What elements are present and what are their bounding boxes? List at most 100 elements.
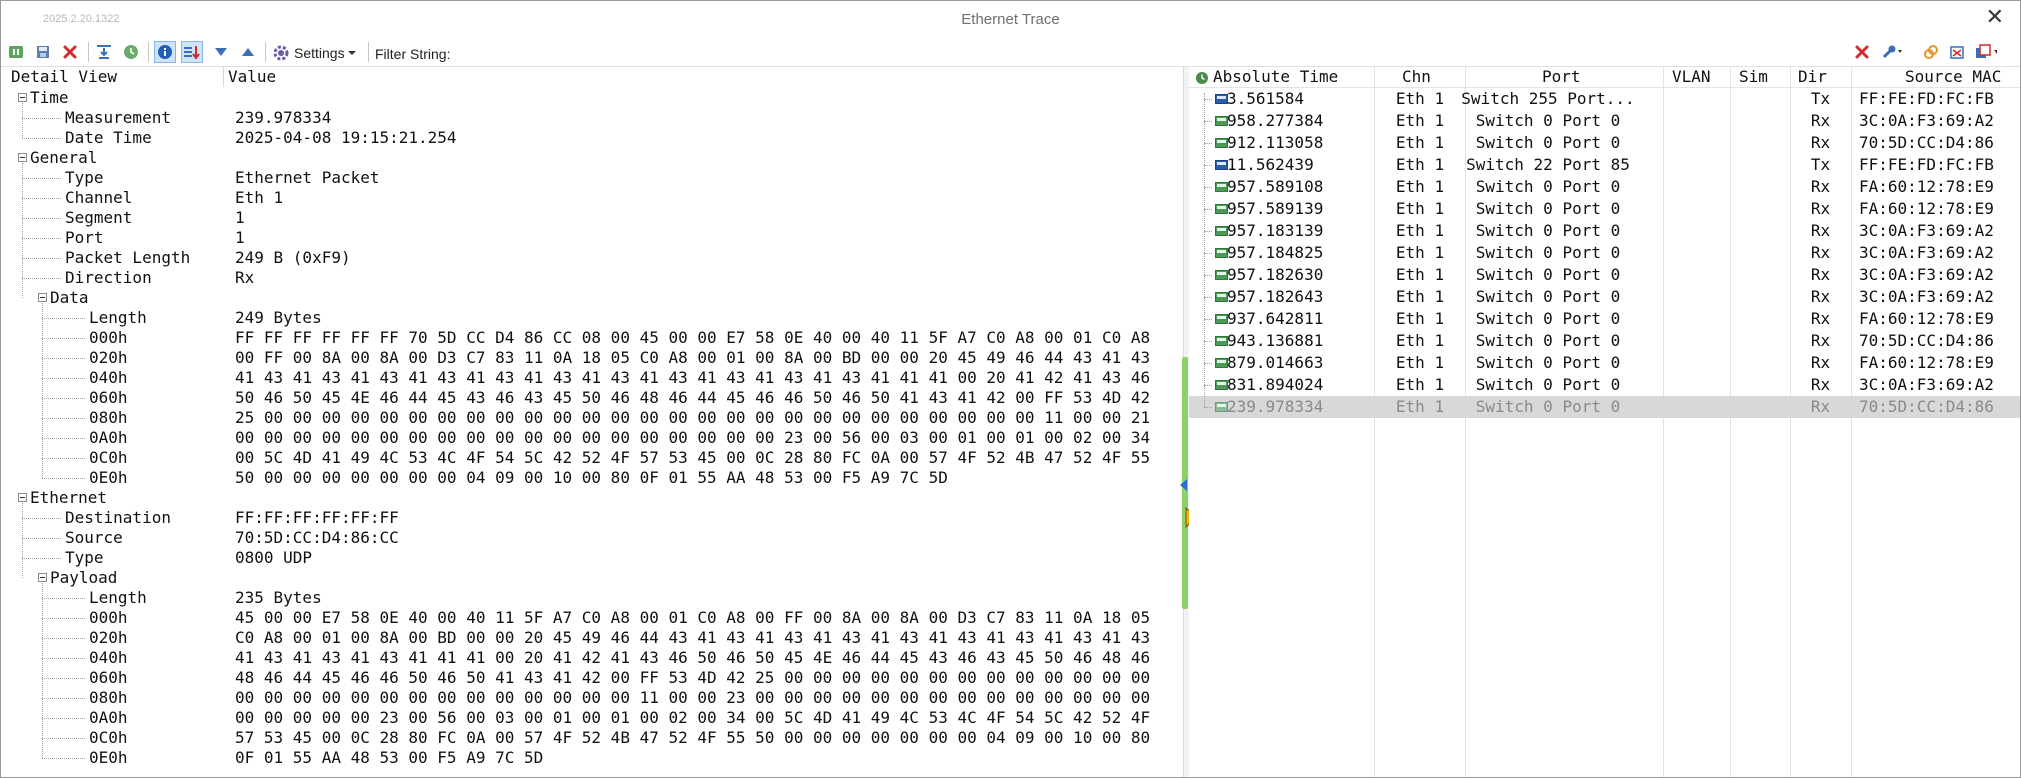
sort-icon[interactable] bbox=[181, 41, 203, 63]
col-dir[interactable]: Dir bbox=[1798, 67, 1827, 87]
detail-col-header[interactable]: Detail View bbox=[11, 67, 117, 87]
col-source-mac[interactable]: Source MAC bbox=[1905, 67, 2001, 87]
tree-row[interactable]: 0C0h 00 5C 4D 41 49 4C 53 4C 4F 54 5C 42 … bbox=[1, 448, 1183, 468]
tree-row[interactable]: 080h 00 00 00 00 00 00 00 00 00 00 00 00 … bbox=[1, 688, 1183, 708]
tree-row[interactable]: Port 1 bbox=[1, 228, 1183, 248]
tree-row[interactable]: 040h 41 43 41 43 41 43 41 43 41 43 41 43 … bbox=[1, 368, 1183, 388]
trace-row[interactable]: 912.113058 Eth 1 Switch 0 Port 0 Rx 70:5D:CC… bbox=[1189, 132, 2020, 154]
trace-row[interactable]: 958.277384 Eth 1 Switch 0 Port 0 Rx 3C:0A:F3… bbox=[1189, 110, 2020, 132]
tree-row[interactable]: Packet Length 249 B (0xF9) bbox=[1, 248, 1183, 268]
close-icon[interactable]: ✕ bbox=[1986, 7, 2004, 29]
tree-row[interactable]: 060h 48 46 44 45 46 46 50 46 50 41 43 41 … bbox=[1, 668, 1183, 688]
tree-connector bbox=[22, 518, 61, 519]
tree-row[interactable]: Direction Rx bbox=[1, 268, 1183, 288]
collapse-toggle-icon[interactable] bbox=[18, 493, 27, 502]
col-absolute-time[interactable]: Absolute Time bbox=[1213, 67, 1338, 87]
tree-row[interactable]: 0C0h 57 53 45 00 0C 28 80 FC 0A 00 57 4F … bbox=[1, 728, 1183, 748]
trace-row[interactable]: 957.589108 Eth 1 Switch 0 Port 0 Rx FA:60:12… bbox=[1189, 176, 2020, 198]
tree-value: 0800 UDP bbox=[235, 548, 313, 567]
tree-node[interactable]: Payload bbox=[1, 568, 1183, 588]
tree-node[interactable]: Time bbox=[1, 88, 1183, 108]
trace-row[interactable]: 957.182630 Eth 1 Switch 0 Port 0 Rx 3C:0A:F3… bbox=[1189, 264, 2020, 286]
column-divider[interactable] bbox=[223, 67, 224, 87]
col-vlan[interactable]: VLAN bbox=[1672, 67, 1711, 87]
tree-row[interactable]: Date Time 2025-04-08 19:15:21.254 bbox=[1, 128, 1183, 148]
save-icon[interactable] bbox=[32, 41, 54, 63]
tree-value: Rx bbox=[235, 268, 255, 287]
tree-label: Date Time bbox=[65, 128, 152, 147]
trace-row[interactable]: 957.589139 Eth 1 Switch 0 Port 0 Rx FA:60:12… bbox=[1189, 198, 2020, 220]
tree-row[interactable]: Type Ethernet Packet bbox=[1, 168, 1183, 188]
tree-row[interactable]: Measurement 239.978334 bbox=[1, 108, 1183, 128]
trace-row[interactable]: 957.182643 Eth 1 Switch 0 Port 0 Rx 3C:0A:F3… bbox=[1189, 286, 2020, 308]
tree-value: FF:FF:FF:FF:FF:FF bbox=[235, 508, 399, 527]
trace-row[interactable]: 957.183139 Eth 1 Switch 0 Port 0 Rx 3C:0A:F3… bbox=[1189, 220, 2020, 242]
tree-connector bbox=[42, 398, 85, 399]
arrow-up-icon[interactable] bbox=[237, 41, 259, 63]
tree-label: 060h bbox=[89, 388, 128, 407]
delete-icon[interactable] bbox=[59, 41, 81, 63]
trace-row[interactable]: 3.561584 Eth 1 Switch 255 Port... Tx FF:FE:F… bbox=[1189, 88, 2020, 110]
col-port[interactable]: Port bbox=[1542, 67, 1581, 87]
trace-row[interactable]: 11.562439 Eth 1 Switch 22 Port 85 Tx FF:FE:F… bbox=[1189, 154, 2020, 176]
tree-row[interactable]: 040h 41 43 41 43 41 43 41 41 41 00 20 41 … bbox=[1, 648, 1183, 668]
trace-row-selected[interactable]: 239.978334 Eth 1 Switch 0 Port 0 Rx 70:5D:CC… bbox=[1189, 396, 2020, 418]
collapse-arrow-icon[interactable] bbox=[1180, 479, 1187, 491]
settings-menu-button[interactable]: Settings bbox=[272, 42, 356, 64]
tree-row[interactable]: 0A0h 00 00 00 00 00 00 00 00 00 00 00 00 … bbox=[1, 428, 1183, 448]
tree-row[interactable]: 020h C0 A8 00 01 00 8A 00 BD 00 00 20 45 … bbox=[1, 628, 1183, 648]
col-sim[interactable]: Sim bbox=[1739, 67, 1768, 87]
collapse-toggle-icon[interactable] bbox=[38, 573, 47, 582]
trace-row[interactable]: 831.894024 Eth 1 Switch 0 Port 0 Rx 3C:0A:F3… bbox=[1189, 374, 2020, 396]
window-menu-icon[interactable] bbox=[1975, 41, 1997, 63]
tree-row[interactable]: 0E0h 50 00 00 00 00 00 00 00 04 09 00 10 … bbox=[1, 468, 1183, 488]
tree-label: Data bbox=[50, 288, 89, 307]
tree-row[interactable]: Channel Eth 1 bbox=[1, 188, 1183, 208]
tree-row[interactable]: Length 235 Bytes bbox=[1, 588, 1183, 608]
filter-input[interactable] bbox=[463, 42, 1847, 66]
collapse-toggle-icon[interactable] bbox=[18, 93, 27, 102]
clear-filter-icon[interactable] bbox=[1851, 41, 1873, 63]
tree-connector bbox=[1204, 93, 1205, 407]
cell-mac: FA:60:12:78:E9 bbox=[1859, 353, 1994, 372]
scroll-to-end-icon[interactable] bbox=[93, 41, 115, 63]
detail-view-pane[interactable]: Detail View Value Time Measurement 239.978… bbox=[1, 67, 1183, 777]
trace-row[interactable]: 937.642811 Eth 1 Switch 0 Port 0 Rx FA:60:12… bbox=[1189, 308, 2020, 330]
collapse-toggle-icon[interactable] bbox=[38, 293, 47, 302]
tree-node[interactable]: Ethernet bbox=[1, 488, 1183, 508]
tree-row[interactable]: 080h 25 00 00 00 00 00 00 00 00 00 00 00 … bbox=[1, 408, 1183, 428]
tree-row[interactable]: Source 70:5D:CC:D4:86:CC bbox=[1, 528, 1183, 548]
tree-node[interactable]: General bbox=[1, 148, 1183, 168]
tree-row[interactable]: 0E0h 0F 01 55 AA 48 53 00 F5 A9 7C 5D bbox=[1, 748, 1183, 768]
tree-connector bbox=[42, 303, 43, 478]
cell-port: Switch 0 Port 0 bbox=[1475, 331, 1621, 350]
tree-row[interactable]: 000h FF FF FF FF FF FF 70 5D CC D4 86 CC … bbox=[1, 328, 1183, 348]
trace-row[interactable]: 879.014663 Eth 1 Switch 0 Port 0 Rx FA:60:12… bbox=[1189, 352, 2020, 374]
tree-row[interactable]: Length 249 Bytes bbox=[1, 308, 1183, 328]
trace-row[interactable]: 943.136881 Eth 1 Switch 0 Port 0 Rx 70:5D:CC… bbox=[1189, 330, 2020, 352]
wrench-icon[interactable] bbox=[1881, 41, 1903, 63]
collapse-toggle-icon[interactable] bbox=[18, 153, 27, 162]
tree-row[interactable]: 060h 50 46 50 45 4E 46 44 45 43 46 43 45 … bbox=[1, 388, 1183, 408]
pause-icon[interactable] bbox=[5, 41, 27, 63]
trace-list-pane[interactable]: Absolute Time Chn Port VLAN Sim Dir Sour… bbox=[1189, 67, 2020, 777]
col-chn[interactable]: Chn bbox=[1402, 67, 1431, 87]
cell-time: 957.589139 bbox=[1227, 199, 1324, 218]
tree-row[interactable]: Destination FF:FF:FF:FF:FF:FF bbox=[1, 508, 1183, 528]
tree-row[interactable]: Segment 1 bbox=[1, 208, 1183, 228]
tree-value: 00 00 00 00 00 00 00 00 00 00 00 00 00 0… bbox=[235, 688, 1151, 707]
tree-connector bbox=[42, 358, 85, 359]
clock-icon[interactable] bbox=[120, 41, 142, 63]
tree-value: 235 Bytes bbox=[235, 588, 322, 607]
value-col-header[interactable]: Value bbox=[228, 67, 276, 87]
tree-row[interactable]: 0A0h 00 00 00 00 00 23 00 56 00 03 00 01 … bbox=[1, 708, 1183, 728]
arrow-down-icon[interactable] bbox=[210, 41, 232, 63]
tree-node[interactable]: Data bbox=[1, 288, 1183, 308]
tree-row[interactable]: Type 0800 UDP bbox=[1, 548, 1183, 568]
trace-row[interactable]: 957.184825 Eth 1 Switch 0 Port 0 Rx 3C:0A:F3… bbox=[1189, 242, 2020, 264]
detach-icon[interactable] bbox=[1946, 41, 1968, 63]
info-icon[interactable] bbox=[154, 41, 176, 63]
tree-row[interactable]: 020h 00 FF 00 8A 00 8A 00 D3 C7 83 11 0A … bbox=[1, 348, 1183, 368]
tree-row[interactable]: 000h 45 00 00 E7 58 0E 40 00 40 11 5F A7 … bbox=[1, 608, 1183, 628]
link-icon[interactable] bbox=[1920, 41, 1942, 63]
